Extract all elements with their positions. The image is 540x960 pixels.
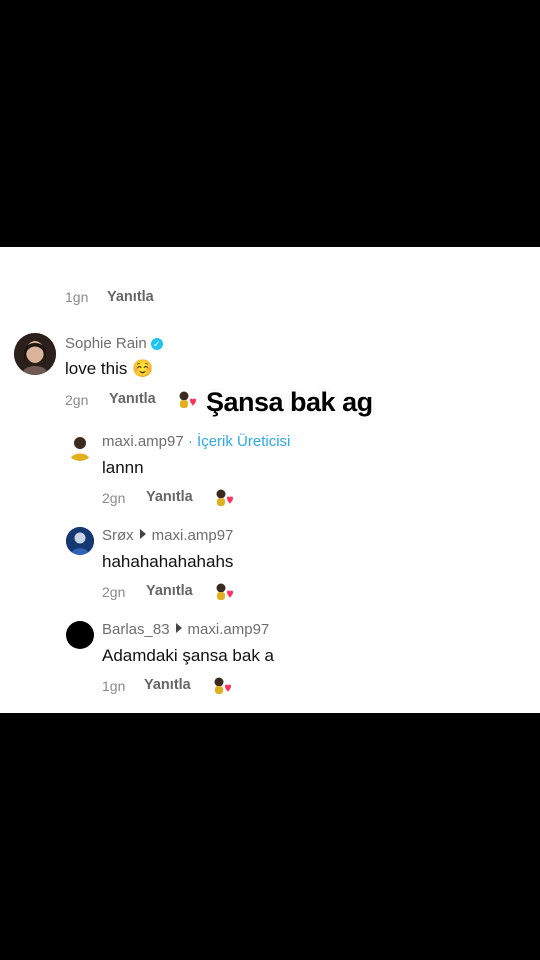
- reply-header: Barlas_83 maxi.amp97: [102, 621, 269, 638]
- username[interactable]: Srøx: [102, 527, 134, 544]
- reply-button[interactable]: Yanıtla: [107, 289, 154, 305]
- reply-button[interactable]: Yanıtla: [144, 677, 191, 693]
- reply-text: hahahahahahahs: [102, 552, 234, 571]
- verified-badge-icon: ✓: [150, 338, 163, 350]
- reply-text: lannn: [102, 458, 144, 477]
- reply-arrow-icon: [139, 529, 146, 539]
- creator-liked-heart-icon: [179, 391, 196, 408]
- creator-liked-heart-icon: [216, 489, 233, 506]
- reply-arrow-icon: [175, 623, 182, 633]
- reply-to-username[interactable]: maxi.amp97: [188, 621, 270, 638]
- creator-liked-heart-icon: [216, 583, 233, 600]
- comment-time: 1gn: [65, 289, 89, 305]
- creator-liked-heart-icon: [214, 677, 231, 694]
- reply-button[interactable]: Yanıtla: [109, 391, 156, 407]
- comment-time: 2gn: [65, 392, 89, 408]
- avatar[interactable]: [14, 333, 56, 375]
- creator-label: · İçerik Üreticisi: [187, 433, 291, 450]
- username[interactable]: maxi.amp97: [102, 433, 184, 450]
- avatar[interactable]: [66, 621, 94, 649]
- reply-text: Adamdaki şansa bak a: [102, 646, 274, 665]
- username[interactable]: Barlas_83: [102, 621, 170, 638]
- reply-time: 1gn: [102, 678, 126, 694]
- avatar[interactable]: [66, 433, 94, 461]
- reply-to-username[interactable]: maxi.amp97: [152, 527, 234, 544]
- username[interactable]: Sophie Rain: [65, 335, 147, 352]
- reply-button[interactable]: Yanıtla: [146, 583, 193, 599]
- text-sticker: Şansa bak ag: [206, 387, 373, 417]
- comment-text: love this ☺️: [65, 359, 154, 378]
- reply-button[interactable]: Yanıtla: [146, 489, 193, 505]
- reply-header: maxi.amp97 · İçerik Üreticisi: [102, 433, 290, 450]
- avatar[interactable]: [66, 527, 94, 555]
- reply-header: Srøx maxi.amp97: [102, 527, 233, 544]
- reply-time: 2gn: [102, 490, 126, 506]
- reply-time: 2gn: [102, 584, 126, 600]
- comment-header: Sophie Rain ✓: [65, 335, 163, 352]
